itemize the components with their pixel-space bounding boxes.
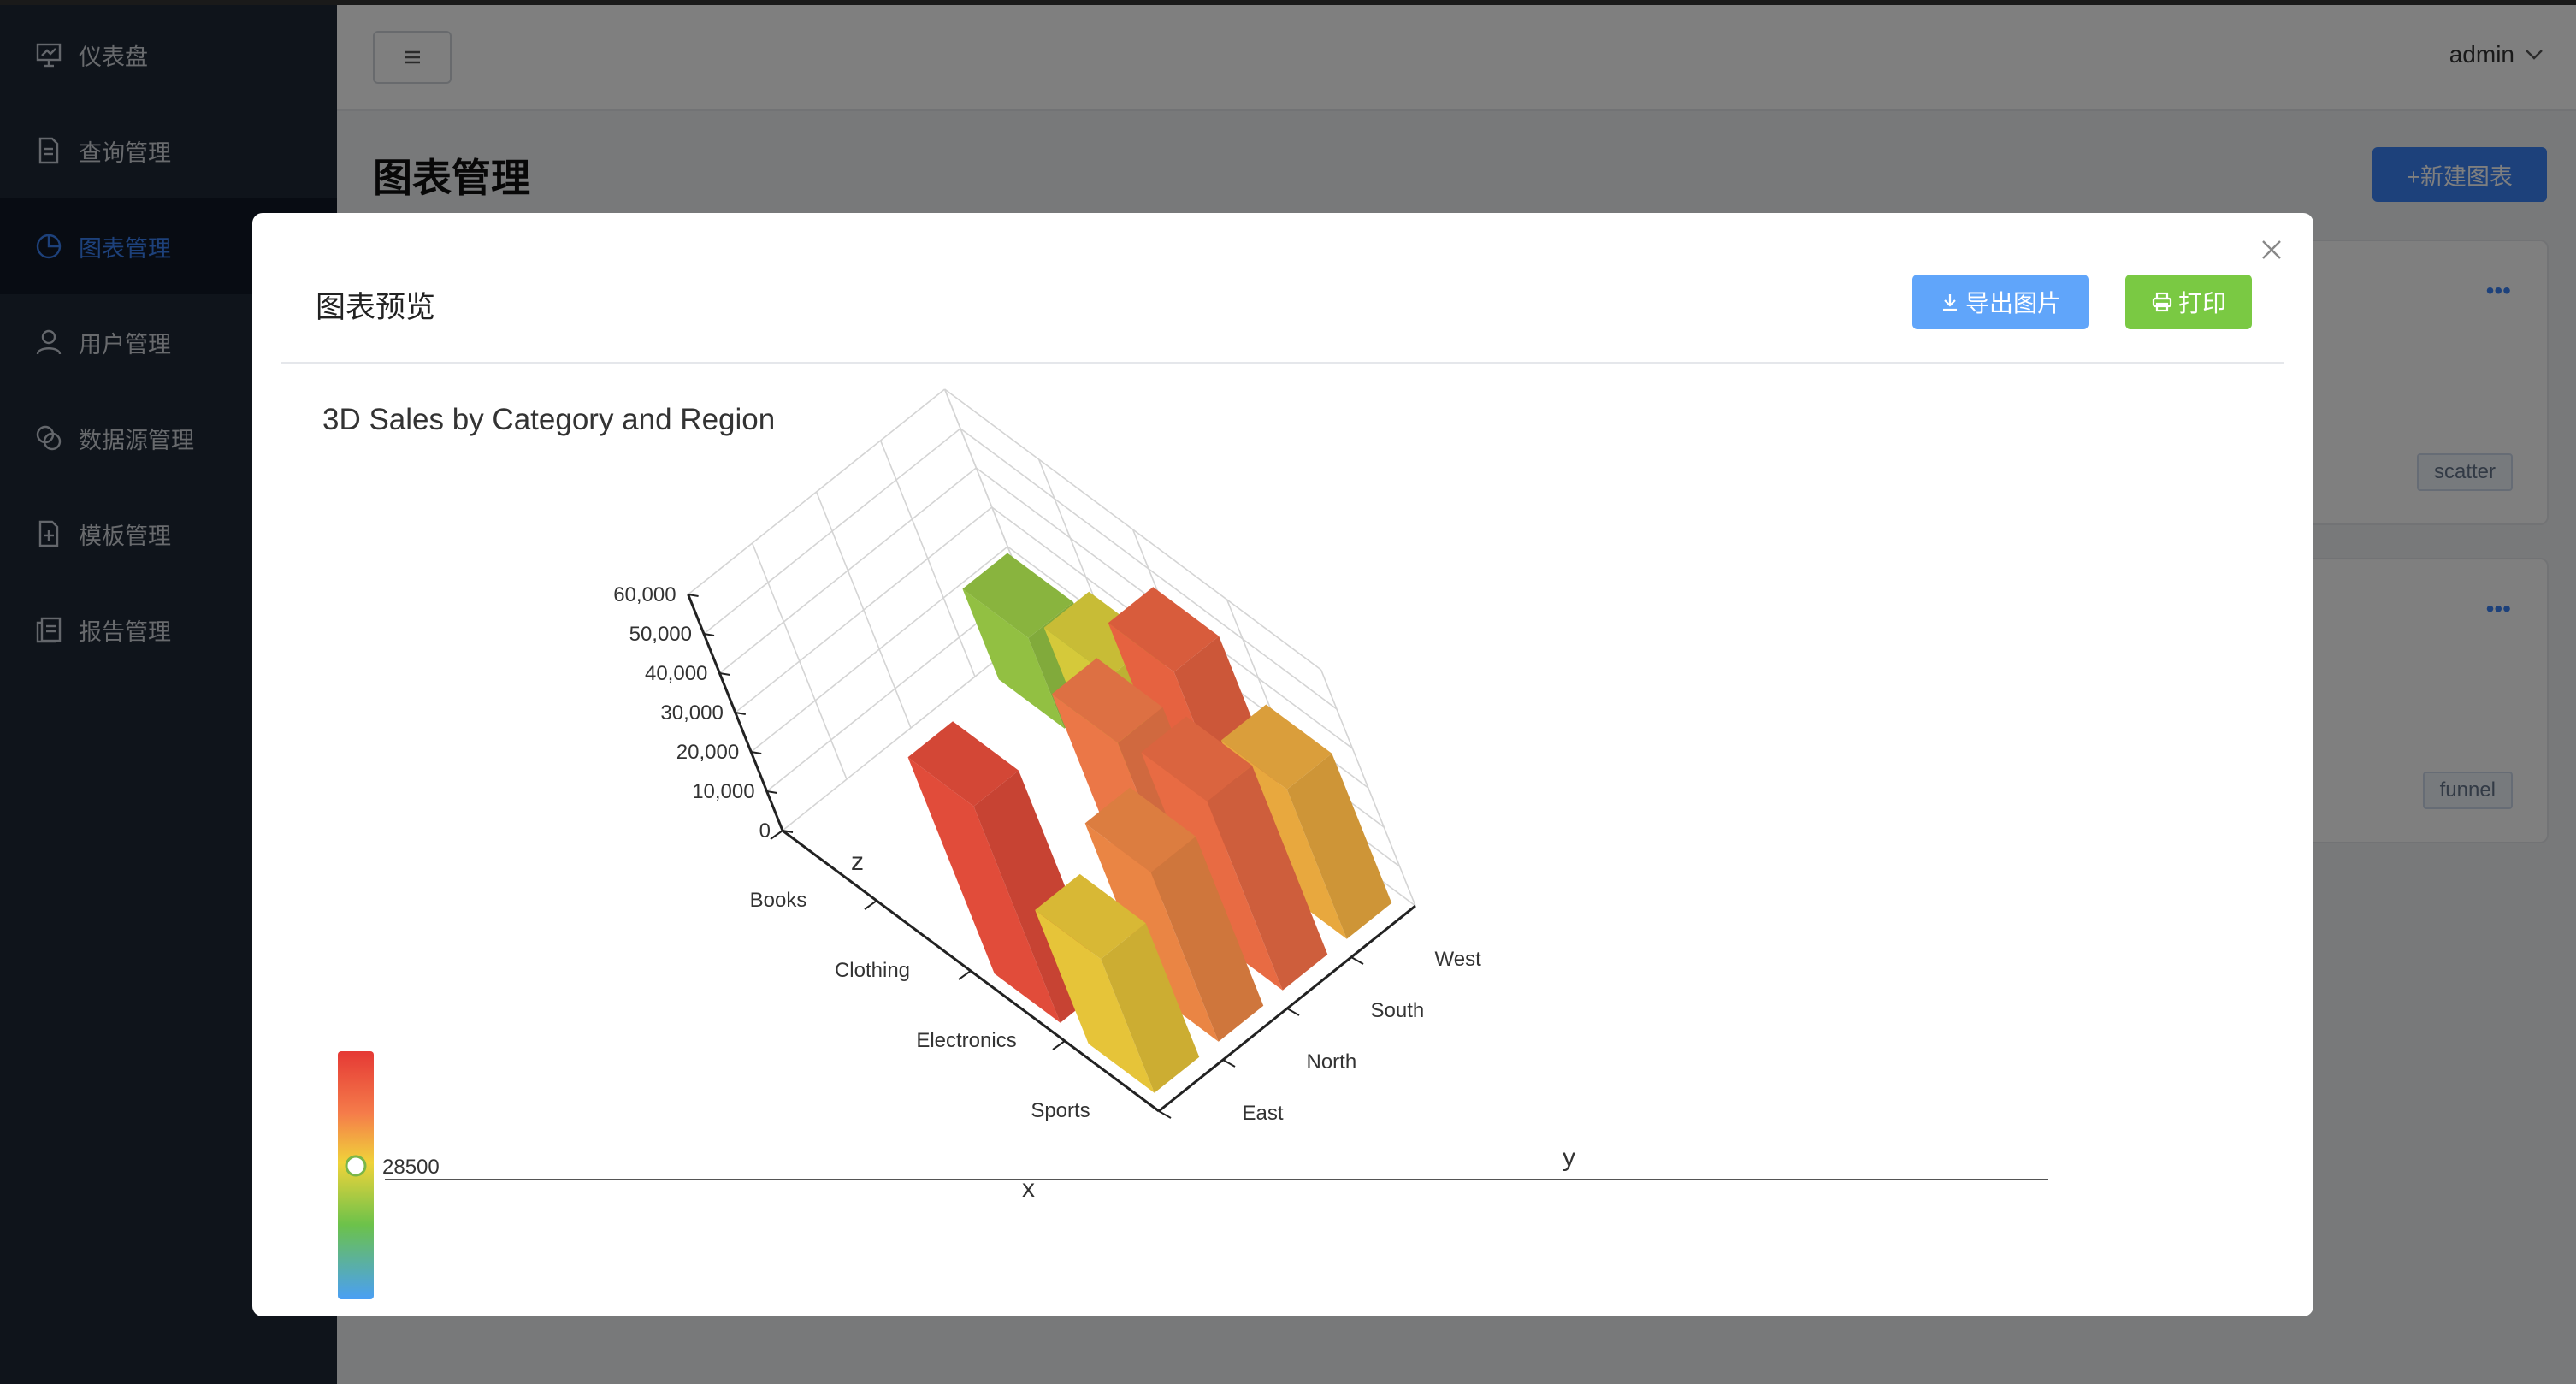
y-category-label: South	[1371, 999, 1425, 1022]
z-tick-label: 50,000	[629, 623, 692, 646]
x-tick	[1052, 1040, 1066, 1050]
visual-map-handle	[345, 1155, 367, 1177]
z-tick-label: 10,000	[692, 780, 754, 803]
x-tick	[864, 900, 877, 910]
y-category-label: West	[1435, 948, 1482, 971]
x-category-label: Electronics	[916, 1029, 1016, 1052]
y-axis-label: y	[1563, 1144, 1575, 1172]
x-category-label: Sports	[1031, 1099, 1090, 1122]
y-tick	[1158, 1110, 1172, 1119]
gridline	[815, 491, 912, 729]
z-tick-label: 30,000	[660, 701, 723, 725]
bar3d-chart: 010,000 20,000 30,000 40,000 50,000 60,000 Boo…	[338, 388, 2048, 1299]
y-tick	[1286, 1008, 1300, 1016]
z-tick-label: 40,000	[645, 662, 707, 685]
x-category-label: Books	[750, 889, 807, 912]
y-category-label: North	[1307, 1050, 1357, 1073]
z-tick-label: 60,000	[613, 583, 676, 606]
y-category-label: East	[1243, 1102, 1284, 1125]
x-axis-label: x	[1022, 1174, 1035, 1203]
chart-preview-modal: 图表预览 导出图片 打印 3D Sales by Category and Re…	[252, 213, 2313, 1316]
visual-map-value: 28500	[382, 1156, 440, 1179]
y-tick	[1222, 1059, 1236, 1068]
z-axis-label: z	[851, 848, 864, 876]
window-top-edge	[0, 0, 2576, 5]
x-tick	[770, 830, 783, 840]
gridline	[751, 542, 848, 780]
x-tick	[958, 970, 972, 980]
x-category-label: Clothing	[835, 959, 910, 982]
y-tick	[1350, 956, 1364, 965]
z-tick-label: 0	[759, 819, 771, 843]
gridline	[879, 440, 976, 677]
z-tick-label: 20,000	[676, 741, 739, 764]
